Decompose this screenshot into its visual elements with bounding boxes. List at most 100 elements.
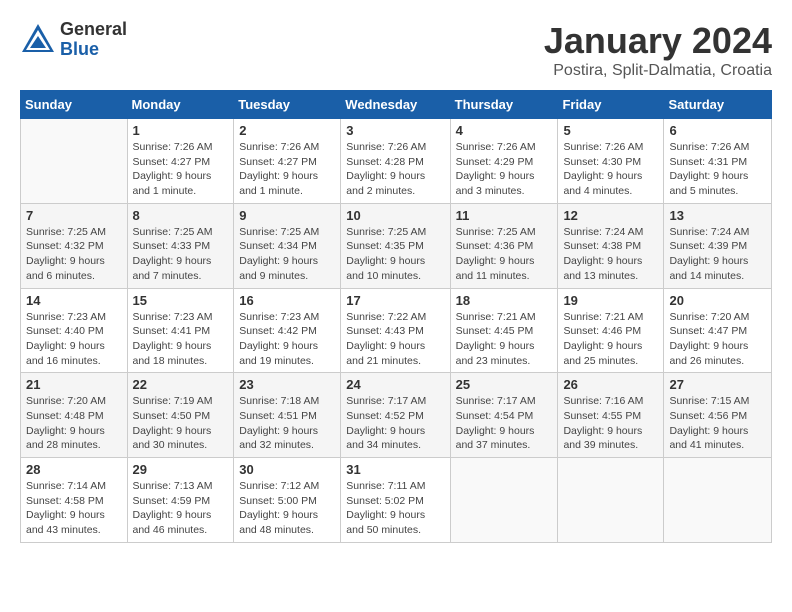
calendar-cell: 10Sunrise: 7:25 AMSunset: 4:35 PMDayligh… [341,203,450,288]
day-info: Sunrise: 7:25 AMSunset: 4:36 PMDaylight:… [456,225,553,284]
page-header: General Blue January 2024 Postira, Split… [20,20,772,80]
day-info: Sunrise: 7:26 AMSunset: 4:27 PMDaylight:… [133,140,229,199]
day-info: Sunrise: 7:26 AMSunset: 4:30 PMDaylight:… [563,140,658,199]
day-number: 3 [346,123,444,138]
weekday-header-friday: Friday [558,91,664,119]
day-number: 15 [133,293,229,308]
day-info: Sunrise: 7:26 AMSunset: 4:27 PMDaylight:… [239,140,335,199]
calendar-header: SundayMondayTuesdayWednesdayThursdayFrid… [21,91,772,119]
day-number: 1 [133,123,229,138]
day-number: 7 [26,208,122,223]
calendar-cell: 9 Sunrise: 7:25 AMSunset: 4:34 PMDaylight… [234,203,341,288]
calendar-week-row: 28Sunrise: 7:14 AMSunset: 4:58 PMDayligh… [21,458,772,543]
calendar-cell: 5Sunrise: 7:26 AMSunset: 4:30 PMDaylight… [558,119,664,204]
weekday-header-wednesday: Wednesday [341,91,450,119]
calendar-cell: 22 Sunrise: 7:19 AMSunset: 4:50 PMDayligh… [127,373,234,458]
calendar-week-row: 1 Sunrise: 7:26 AMSunset: 4:27 PMDaylight… [21,119,772,204]
day-number: 20 [669,293,766,308]
day-number: 28 [26,462,122,477]
day-info: Sunrise: 7:23 AMSunset: 4:41 PMDaylight:… [133,310,229,369]
day-number: 29 [133,462,229,477]
day-number: 23 [239,377,335,392]
calendar-cell: 28Sunrise: 7:14 AMSunset: 4:58 PMDayligh… [21,458,128,543]
day-number: 21 [26,377,122,392]
day-info: Sunrise: 7:23 AMSunset: 4:42 PMDaylight:… [239,310,335,369]
day-number: 19 [563,293,658,308]
calendar-cell: 25 Sunrise: 7:17 AMSunset: 4:54 PMDayligh… [450,373,558,458]
weekday-header-saturday: Saturday [664,91,772,119]
calendar-cell: 11 Sunrise: 7:25 AMSunset: 4:36 PMDayligh… [450,203,558,288]
calendar-cell: 15 Sunrise: 7:23 AMSunset: 4:41 PMDayligh… [127,288,234,373]
calendar-cell: 4 Sunrise: 7:26 AMSunset: 4:29 PMDaylight… [450,119,558,204]
day-info: Sunrise: 7:26 AMSunset: 4:29 PMDaylight:… [456,140,553,199]
calendar-cell: 2 Sunrise: 7:26 AMSunset: 4:27 PMDaylight… [234,119,341,204]
day-info: Sunrise: 7:20 AMSunset: 4:47 PMDaylight:… [669,310,766,369]
day-number: 9 [239,208,335,223]
day-info: Sunrise: 7:23 AMSunset: 4:40 PMDaylight:… [26,310,122,369]
day-number: 2 [239,123,335,138]
day-info: Sunrise: 7:17 AMSunset: 4:52 PMDaylight:… [346,394,444,453]
calendar-cell: 20 Sunrise: 7:20 AMSunset: 4:47 PMDayligh… [664,288,772,373]
logo-general-text: General [60,20,127,40]
day-number: 11 [456,208,553,223]
calendar-week-row: 21Sunrise: 7:20 AMSunset: 4:48 PMDayligh… [21,373,772,458]
calendar-cell [558,458,664,543]
calendar-cell: 30Sunrise: 7:12 AMSunset: 5:00 PMDayligh… [234,458,341,543]
weekday-header-monday: Monday [127,91,234,119]
calendar-cell: 14 Sunrise: 7:23 AMSunset: 4:40 PMDayligh… [21,288,128,373]
day-info: Sunrise: 7:25 AMSunset: 4:32 PMDaylight:… [26,225,122,284]
calendar-week-row: 14 Sunrise: 7:23 AMSunset: 4:40 PMDayligh… [21,288,772,373]
calendar-cell: 27 Sunrise: 7:15 AMSunset: 4:56 PMDayligh… [664,373,772,458]
calendar-cell [664,458,772,543]
day-info: Sunrise: 7:16 AMSunset: 4:55 PMDaylight:… [563,394,658,453]
weekday-header-sunday: Sunday [21,91,128,119]
calendar-cell: 18 Sunrise: 7:21 AMSunset: 4:45 PMDayligh… [450,288,558,373]
day-info: Sunrise: 7:11 AMSunset: 5:02 PMDaylight:… [346,479,444,538]
day-info: Sunrise: 7:25 AMSunset: 4:33 PMDaylight:… [133,225,229,284]
day-info: Sunrise: 7:15 AMSunset: 4:56 PMDaylight:… [669,394,766,453]
calendar-cell: 12 Sunrise: 7:24 AMSunset: 4:38 PMDayligh… [558,203,664,288]
title-section: January 2024 Postira, Split-Dalmatia, Cr… [544,20,772,80]
day-info: Sunrise: 7:18 AMSunset: 4:51 PMDaylight:… [239,394,335,453]
day-number: 31 [346,462,444,477]
day-number: 25 [456,377,553,392]
calendar-cell: 6 Sunrise: 7:26 AMSunset: 4:31 PMDaylight… [664,119,772,204]
calendar-cell: 7 Sunrise: 7:25 AMSunset: 4:32 PMDaylight… [21,203,128,288]
day-number: 10 [346,208,444,223]
day-info: Sunrise: 7:21 AMSunset: 4:45 PMDaylight:… [456,310,553,369]
calendar-week-row: 7 Sunrise: 7:25 AMSunset: 4:32 PMDaylight… [21,203,772,288]
calendar-cell: 26Sunrise: 7:16 AMSunset: 4:55 PMDayligh… [558,373,664,458]
day-number: 18 [456,293,553,308]
day-number: 4 [456,123,553,138]
day-info: Sunrise: 7:19 AMSunset: 4:50 PMDaylight:… [133,394,229,453]
logo-icon [20,22,56,58]
day-number: 14 [26,293,122,308]
calendar-table: SundayMondayTuesdayWednesdayThursdayFrid… [20,90,772,543]
day-number: 12 [563,208,658,223]
day-number: 24 [346,377,444,392]
calendar-cell [21,119,128,204]
day-number: 17 [346,293,444,308]
calendar-cell: 19 Sunrise: 7:21 AMSunset: 4:46 PMDayligh… [558,288,664,373]
weekday-header-tuesday: Tuesday [234,91,341,119]
calendar-cell: 8Sunrise: 7:25 AMSunset: 4:33 PMDaylight… [127,203,234,288]
logo-text: General Blue [60,20,127,60]
calendar-cell: 21Sunrise: 7:20 AMSunset: 4:48 PMDayligh… [21,373,128,458]
day-info: Sunrise: 7:24 AMSunset: 4:38 PMDaylight:… [563,225,658,284]
day-info: Sunrise: 7:21 AMSunset: 4:46 PMDaylight:… [563,310,658,369]
day-info: Sunrise: 7:17 AMSunset: 4:54 PMDaylight:… [456,394,553,453]
calendar-cell: 24 Sunrise: 7:17 AMSunset: 4:52 PMDayligh… [341,373,450,458]
day-number: 6 [669,123,766,138]
calendar-cell: 29Sunrise: 7:13 AMSunset: 4:59 PMDayligh… [127,458,234,543]
day-info: Sunrise: 7:25 AMSunset: 4:34 PMDaylight:… [239,225,335,284]
day-number: 13 [669,208,766,223]
calendar-cell: 31 Sunrise: 7:11 AMSunset: 5:02 PMDayligh… [341,458,450,543]
calendar-cell: 17Sunrise: 7:22 AMSunset: 4:43 PMDayligh… [341,288,450,373]
logo: General Blue [20,20,127,60]
calendar-cell: 23 Sunrise: 7:18 AMSunset: 4:51 PMDayligh… [234,373,341,458]
day-info: Sunrise: 7:12 AMSunset: 5:00 PMDaylight:… [239,479,335,538]
day-number: 22 [133,377,229,392]
day-info: Sunrise: 7:26 AMSunset: 4:31 PMDaylight:… [669,140,766,199]
calendar-body: 1 Sunrise: 7:26 AMSunset: 4:27 PMDaylight… [21,119,772,543]
day-number: 27 [669,377,766,392]
